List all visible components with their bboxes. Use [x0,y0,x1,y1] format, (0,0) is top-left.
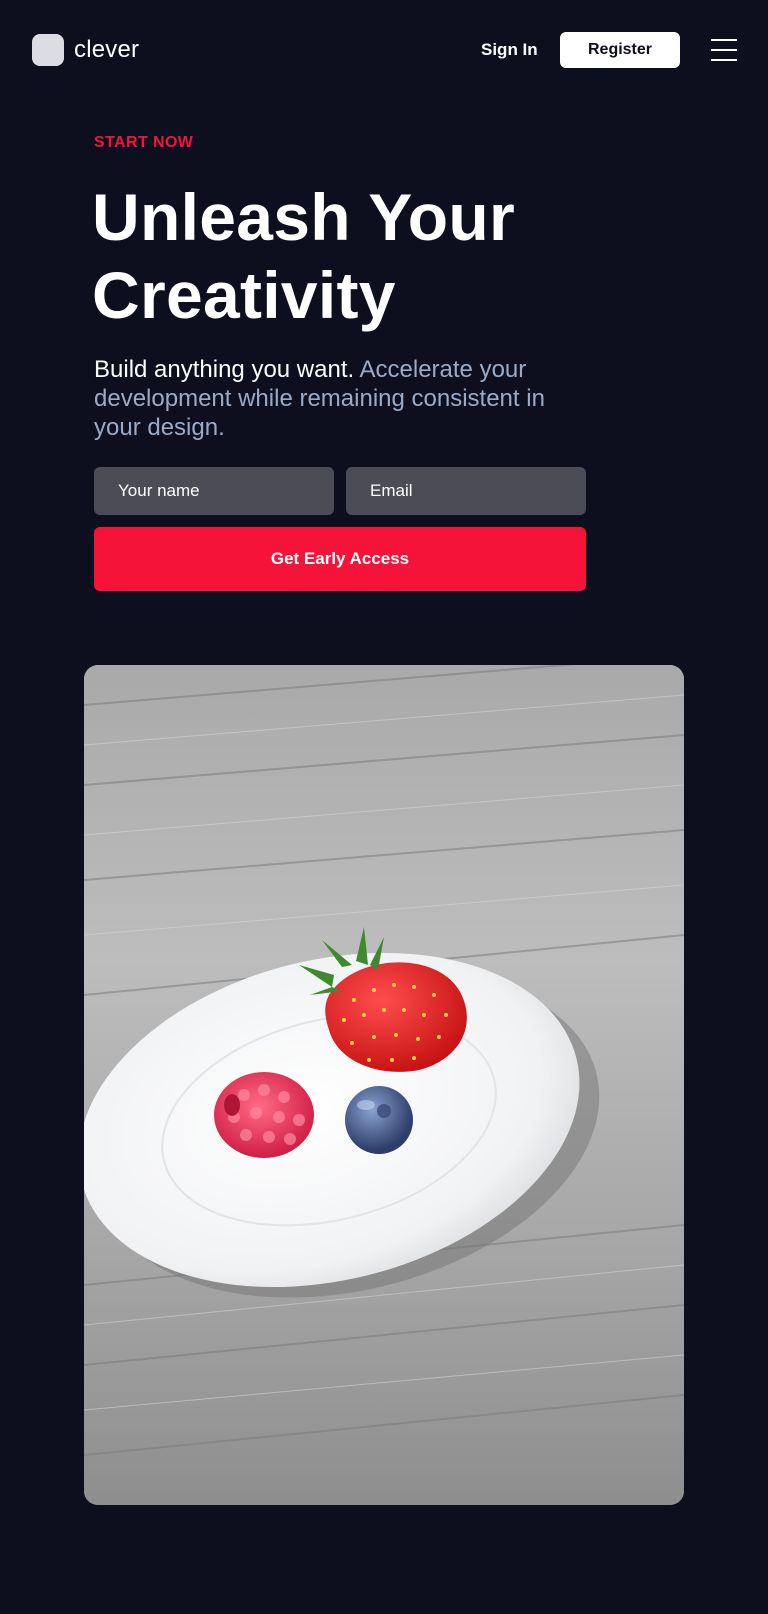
name-input[interactable] [94,467,334,515]
berries-on-plate-illustration [84,665,684,1505]
blueberry [345,1086,413,1154]
menu-bar [711,49,737,51]
hero-image [84,665,684,1505]
get-early-access-button[interactable]: Get Early Access [94,527,586,591]
hamburger-menu-icon[interactable] [710,36,738,64]
headline-line-2: Creativity [92,258,396,332]
logo-mark-icon [32,34,64,66]
subtitle-lead: Build anything you want. [94,356,355,383]
site-header: clever Sign In Register [0,0,768,100]
eyebrow-label: START NOW [94,134,194,151]
email-input[interactable] [346,467,586,515]
logo-link[interactable]: clever [32,34,139,66]
raspberry [214,1072,314,1158]
menu-bar [711,39,737,41]
menu-bar [711,59,737,61]
register-button[interactable]: Register [560,32,680,68]
logo-text: clever [74,36,140,63]
hero-headline: Unleash Your Creativity [92,178,652,334]
sign-in-link[interactable]: Sign In [481,38,538,62]
headline-line-1: Unleash Your [92,180,515,254]
landing-page: clever Sign In Register START NOW Unleas… [0,0,768,1614]
hero-subtitle: Build anything you want. Accelerate your… [94,355,594,442]
